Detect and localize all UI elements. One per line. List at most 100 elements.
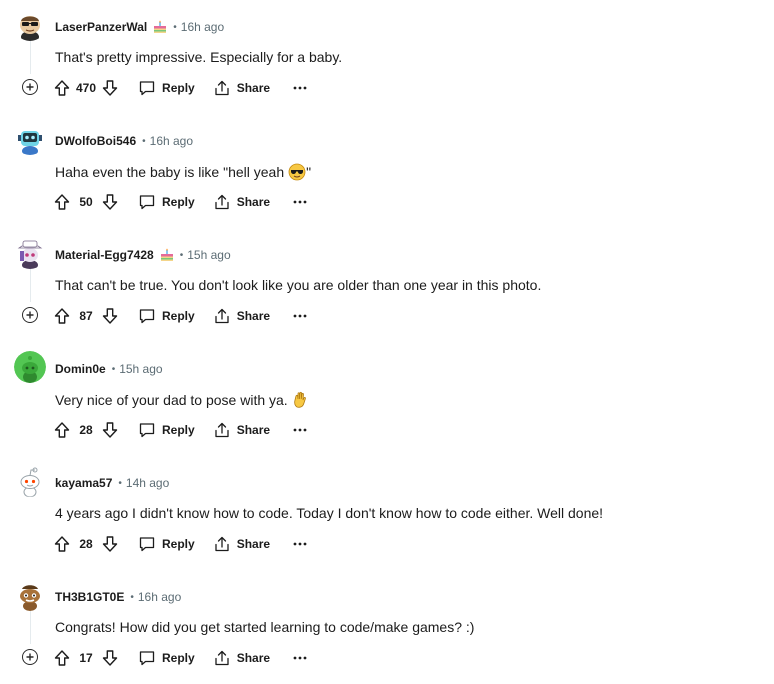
- reply-icon: [139, 651, 155, 666]
- more-options-icon[interactable]: [292, 313, 308, 319]
- vote-score: 50: [79, 195, 93, 209]
- comment-text: Congrats! How did you get started learni…: [55, 619, 474, 635]
- reply-button[interactable]: Reply: [138, 307, 195, 325]
- avatar-sunglasses-icon: [14, 9, 46, 41]
- timestamp[interactable]: 15h ago: [187, 248, 230, 262]
- reply-label: Reply: [162, 423, 195, 437]
- comment-text: That can't be true. You don't look like …: [55, 277, 541, 293]
- vote-score: 470: [76, 81, 97, 95]
- comment-text: 4 years ago I didn't know how to code. T…: [55, 505, 603, 521]
- comment-meta: kayama57 • 14h ago: [55, 474, 169, 492]
- timestamp[interactable]: 15h ago: [119, 362, 162, 376]
- comment-text: Very nice of your dad to pose with ya.: [55, 391, 308, 409]
- share-label: Share: [236, 81, 271, 95]
- share-icon: [215, 308, 229, 324]
- more-options-icon[interactable]: [292, 199, 308, 205]
- upvote-icon[interactable]: [52, 533, 72, 555]
- more-options-icon[interactable]: [292, 541, 308, 547]
- avatar[interactable]: [14, 579, 46, 611]
- comment-meta: DWolfoBoi546 • 16h ago: [55, 132, 193, 150]
- more-options-icon[interactable]: [292, 655, 308, 661]
- share-button[interactable]: Share: [213, 193, 270, 211]
- username[interactable]: kayama57: [55, 476, 112, 490]
- thread-line[interactable]: [30, 608, 31, 644]
- username[interactable]: Domin0e: [55, 362, 106, 376]
- username[interactable]: LaserPanzerWal: [55, 20, 147, 34]
- downvote-icon[interactable]: [100, 305, 120, 327]
- avatar-default-snoo-icon: [14, 465, 46, 497]
- reply-button[interactable]: Reply: [138, 535, 195, 553]
- reply-button[interactable]: Reply: [138, 421, 195, 439]
- avatar[interactable]: [14, 9, 46, 41]
- comment-text-content: Very nice of your dad to pose with ya.: [55, 392, 288, 408]
- reply-label: Reply: [162, 81, 195, 95]
- vote-score: 17: [79, 651, 93, 665]
- upvote-icon[interactable]: [52, 647, 72, 669]
- reply-icon: [139, 309, 155, 324]
- avatar-brown-snoo-icon: [14, 579, 46, 611]
- avatar-hat-icon: [14, 237, 46, 269]
- expand-replies-icon[interactable]: [22, 79, 38, 95]
- thread-line[interactable]: [30, 38, 31, 74]
- ok-hand-icon: [292, 391, 308, 409]
- timestamp[interactable]: 16h ago: [181, 20, 224, 34]
- avatar[interactable]: [14, 351, 46, 383]
- share-button[interactable]: Share: [213, 421, 270, 439]
- share-label: Share: [236, 195, 271, 209]
- comment-actions: 17 Reply Share: [52, 646, 308, 670]
- downvote-icon[interactable]: [100, 77, 120, 99]
- reply-button[interactable]: Reply: [138, 79, 195, 97]
- vote-score: 28: [79, 423, 93, 437]
- upvote-icon[interactable]: [52, 191, 72, 213]
- share-button[interactable]: Share: [213, 649, 270, 667]
- expand-replies-icon[interactable]: [22, 307, 38, 323]
- username[interactable]: DWolfoBoi546: [55, 134, 136, 148]
- more-options-icon[interactable]: [292, 85, 308, 91]
- downvote-icon[interactable]: [100, 533, 120, 555]
- reply-button[interactable]: Reply: [138, 649, 195, 667]
- username[interactable]: Material-Egg7428: [55, 248, 154, 262]
- thread-line[interactable]: [30, 266, 31, 302]
- comment: Domin0e • 15h ago Very nice of your dad …: [0, 342, 774, 456]
- avatar[interactable]: [14, 465, 46, 497]
- share-label: Share: [236, 537, 271, 551]
- cake-day-icon: [153, 20, 167, 34]
- comment-thread: LaserPanzerWal • 16h ago That's pretty i…: [0, 0, 774, 684]
- username[interactable]: TH3B1GT0E: [55, 590, 124, 604]
- vote-score: 87: [79, 309, 93, 323]
- avatar[interactable]: [14, 237, 46, 269]
- separator: •: [118, 477, 122, 489]
- upvote-icon[interactable]: [52, 77, 72, 99]
- comment-text-content: That can't be true. You don't look like …: [55, 277, 542, 293]
- downvote-icon[interactable]: [100, 647, 120, 669]
- downvote-icon[interactable]: [100, 419, 120, 441]
- avatar-robot-icon: [14, 123, 46, 155]
- share-button[interactable]: Share: [213, 535, 270, 553]
- comment: kayama57 • 14h ago 4 years ago I didn't …: [0, 456, 774, 570]
- share-icon: [215, 422, 229, 438]
- comment: TH3B1GT0E • 16h ago Congrats! How did yo…: [0, 570, 774, 684]
- share-icon: [215, 650, 229, 666]
- timestamp[interactable]: 16h ago: [138, 590, 181, 604]
- share-button[interactable]: Share: [213, 79, 270, 97]
- comment-meta: Domin0e • 15h ago: [55, 360, 163, 378]
- avatar[interactable]: [14, 123, 46, 155]
- upvote-icon[interactable]: [52, 305, 72, 327]
- vote-score: 28: [79, 537, 93, 551]
- expand-replies-icon[interactable]: [22, 649, 38, 665]
- reply-button[interactable]: Reply: [138, 193, 195, 211]
- reply-icon: [139, 195, 155, 210]
- comment-text-content: Congrats! How did you get started learni…: [55, 619, 475, 635]
- separator: •: [179, 249, 184, 261]
- downvote-icon[interactable]: [100, 191, 120, 213]
- timestamp[interactable]: 16h ago: [150, 134, 193, 148]
- reply-label: Reply: [162, 651, 195, 665]
- comment-text-content: Haha even the baby is like "hell yeah: [55, 164, 285, 180]
- comment-meta: TH3B1GT0E • 16h ago: [55, 588, 181, 606]
- timestamp[interactable]: 14h ago: [126, 476, 169, 490]
- upvote-icon[interactable]: [52, 419, 72, 441]
- share-label: Share: [236, 309, 271, 323]
- share-button[interactable]: Share: [213, 307, 270, 325]
- more-options-icon[interactable]: [292, 427, 308, 433]
- comment: Material-Egg7428 • 15h ago That can't be…: [0, 228, 774, 342]
